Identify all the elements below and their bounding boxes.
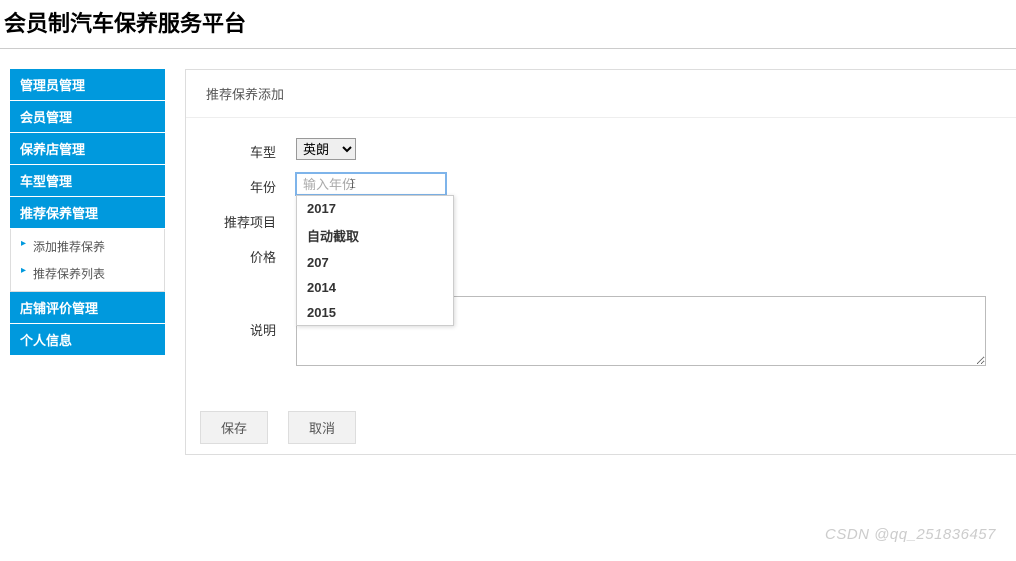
panel-title: 推荐保养添加 [186,70,1016,118]
button-row: 保存 取消 [186,401,1016,454]
label-year: 年份 [216,173,296,196]
row-year: 年份 𝙸 2017 自动截取 207 2014 2015 [216,173,986,196]
autocomplete-item[interactable]: 207 [297,250,453,275]
row-model: 车型 英朗 [216,138,986,161]
sidebar-item-model[interactable]: 车型管理 [10,165,165,197]
sidebar-item-profile[interactable]: 个人信息 [10,324,165,356]
save-button[interactable]: 保存 [200,411,268,444]
autocomplete-item[interactable]: 2014 [297,275,453,300]
sidebar-subitem-list[interactable]: 推荐保养列表 [11,260,164,287]
label-project: 推荐项目 [216,208,296,231]
content-panel: 推荐保养添加 车型 英朗 年份 𝙸 2017 自动截取 [185,69,1016,455]
sidebar-subitem-add[interactable]: 添加推荐保养 [11,233,164,260]
autocomplete-item[interactable]: 2017 [297,196,453,221]
page-header: 会员制汽车保养服务平台 [0,0,1016,49]
autocomplete-item[interactable]: 自动截取 [297,221,453,250]
year-autocomplete: 2017 自动截取 207 2014 2015 [296,195,454,326]
autocomplete-item[interactable]: 2015 [297,300,453,325]
sidebar-item-recommend[interactable]: 推荐保养管理 [10,197,165,229]
sidebar-item-review[interactable]: 店铺评价管理 [10,292,165,324]
label-price: 价格 [216,243,296,266]
sidebar-submenu-recommend: 添加推荐保养 推荐保养列表 [10,229,165,292]
year-input[interactable] [296,173,446,195]
cancel-button[interactable]: 取消 [288,411,356,444]
label-model: 车型 [216,138,296,161]
sidebar: 管理员管理 会员管理 保养店管理 车型管理 推荐保养管理 添加推荐保养 推荐保养… [10,69,165,455]
page-title: 会员制汽车保养服务平台 [4,6,1012,38]
sidebar-item-member[interactable]: 会员管理 [10,101,165,133]
watermark: CSDN @qq_251836457 [825,526,996,543]
sidebar-item-admin[interactable]: 管理员管理 [10,69,165,101]
model-select[interactable]: 英朗 [296,138,356,160]
label-desc: 说明 [216,296,296,339]
sidebar-item-shop[interactable]: 保养店管理 [10,133,165,165]
main-layout: 管理员管理 会员管理 保养店管理 车型管理 推荐保养管理 添加推荐保养 推荐保养… [0,49,1016,455]
form-area: 车型 英朗 年份 𝙸 2017 自动截取 207 2014 [186,118,1016,401]
